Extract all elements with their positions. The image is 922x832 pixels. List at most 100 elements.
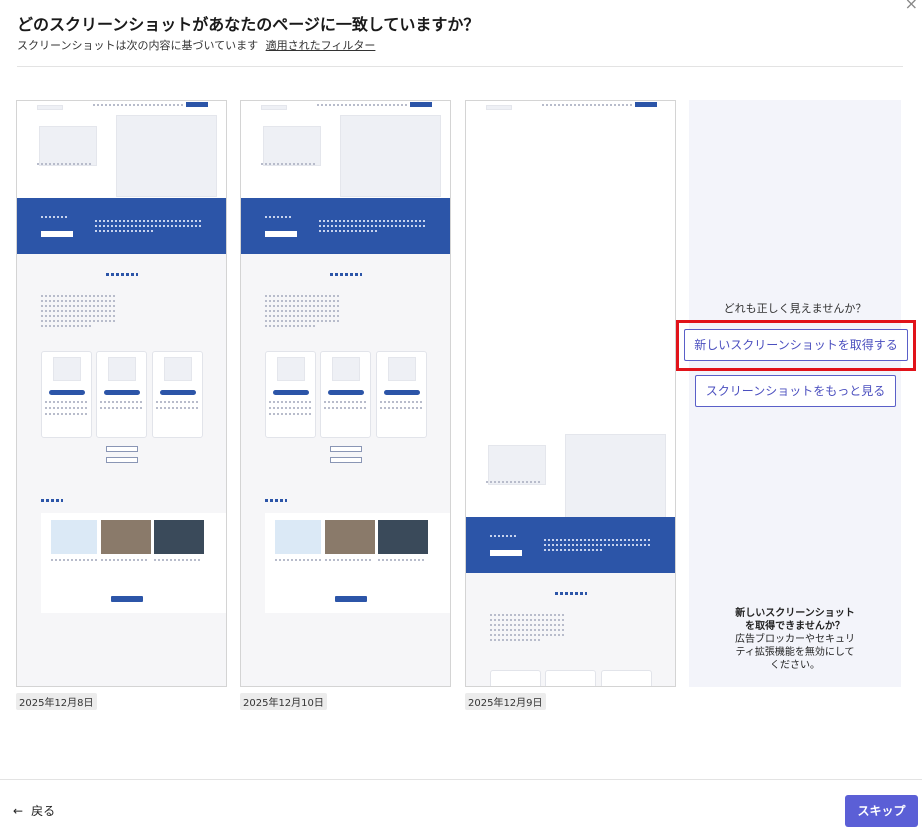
mini-nav <box>93 104 183 106</box>
mini-button <box>106 457 138 463</box>
mini-text <box>265 325 315 327</box>
dialog-title: どのスクリーンショットがあなたのページに一致していますか？ <box>17 15 480 34</box>
mini-button <box>330 457 362 463</box>
back-button[interactable]: ← 戻る <box>13 802 55 819</box>
arrow-left-icon: ← <box>13 804 24 818</box>
mini-text <box>100 401 142 403</box>
mini-text <box>261 163 316 165</box>
mini-text <box>265 315 341 317</box>
mini-thumb <box>378 520 428 554</box>
screenshot-card-1[interactable] <box>16 100 227 687</box>
mini-text <box>486 481 541 483</box>
mini-nav <box>317 104 407 106</box>
mini-banner-button <box>41 231 73 237</box>
mini-image <box>108 357 136 381</box>
screenshot-card-2[interactable] <box>240 100 451 687</box>
side-note-title: を取得できませんか？ <box>745 621 845 632</box>
mini-pill <box>384 390 420 395</box>
mini-banner-button <box>265 231 297 237</box>
mini-text <box>325 559 371 561</box>
mini-banner-text <box>319 220 427 222</box>
mini-pill <box>273 390 309 395</box>
mini-banner-title <box>490 535 518 537</box>
mini-text <box>490 614 566 616</box>
mini-banner-text <box>95 220 203 222</box>
mini-image <box>39 126 97 166</box>
back-label: 戻る <box>31 804 56 818</box>
mini-text <box>269 401 311 403</box>
applied-filters-link[interactable]: 適用されたフィルター <box>266 39 376 52</box>
mini-heading <box>555 592 587 595</box>
mini-text <box>324 401 366 403</box>
footer-divider <box>0 779 922 780</box>
mini-image <box>164 357 192 381</box>
mini-text <box>490 639 540 641</box>
take-new-screenshot-button[interactable]: 新しいスクリーンショットを取得する <box>684 329 908 361</box>
close-icon[interactable]: × <box>905 0 918 13</box>
header-divider <box>17 66 903 67</box>
mini-card <box>490 670 541 686</box>
mini-thumb <box>51 520 97 554</box>
side-question: どれも正しく見えませんか？ <box>723 302 867 315</box>
mini-text <box>156 401 198 403</box>
side-note-text: ください。 <box>770 660 820 671</box>
mini-thumb <box>275 520 321 554</box>
mini-button <box>335 596 367 602</box>
mini-text <box>41 310 117 312</box>
mini-button <box>106 446 138 452</box>
side-note-title: 新しいスクリーンショット <box>735 608 855 619</box>
mini-thumb <box>154 520 204 554</box>
mini-image <box>277 357 305 381</box>
see-more-screenshots-button[interactable]: スクリーンショットをもっと見る <box>695 375 896 407</box>
mini-nav-button <box>635 102 657 107</box>
screenshot-card-3[interactable] <box>465 100 676 687</box>
mini-image <box>53 357 81 381</box>
mini-nav-button <box>186 102 208 107</box>
mini-heading <box>265 499 287 502</box>
mini-text <box>156 407 198 409</box>
mini-logo <box>261 105 287 110</box>
mini-text <box>378 559 424 561</box>
side-note-text: 広告ブロッカーやセキュリ <box>735 634 855 645</box>
mini-text <box>101 559 147 561</box>
mini-text <box>154 559 200 561</box>
mini-text <box>100 407 142 409</box>
mini-banner-text <box>95 225 203 227</box>
mini-text <box>51 559 97 561</box>
mini-card <box>545 670 596 686</box>
mini-banner-text <box>95 230 153 232</box>
mini-pill <box>49 390 85 395</box>
mini-pill <box>160 390 196 395</box>
mini-pill <box>328 390 364 395</box>
mini-logo <box>486 105 512 110</box>
screenshot-date-2: 2025年12月10日 <box>240 693 327 710</box>
mini-banner-button <box>490 550 522 556</box>
mini-text <box>265 305 341 307</box>
mini-text <box>490 634 566 636</box>
mini-image <box>116 115 217 197</box>
side-note: 新しいスクリーンショット を取得できませんか？ 広告ブロッカーやセキュリ ティ拡… <box>689 607 901 672</box>
mini-text <box>275 559 321 561</box>
mini-image <box>332 357 360 381</box>
mini-card <box>601 670 652 686</box>
mini-text <box>490 629 566 631</box>
mini-text <box>265 320 341 322</box>
mini-image <box>263 126 321 166</box>
mini-nav <box>542 104 632 106</box>
mini-heading <box>106 273 138 276</box>
mini-image <box>488 445 546 485</box>
mini-text <box>265 300 341 302</box>
mini-banner-text <box>319 230 377 232</box>
mini-text <box>490 624 566 626</box>
mini-text <box>45 413 87 415</box>
mini-logo <box>37 105 63 110</box>
skip-button[interactable]: スキップ <box>845 795 918 827</box>
mini-text <box>41 325 91 327</box>
mini-text <box>324 407 366 409</box>
screenshot-date-1: 2025年12月8日 <box>16 693 97 710</box>
mini-text <box>490 619 566 621</box>
mini-thumb <box>101 520 151 554</box>
mini-nav-button <box>410 102 432 107</box>
mini-image <box>340 115 441 197</box>
mini-banner-text <box>544 544 652 546</box>
